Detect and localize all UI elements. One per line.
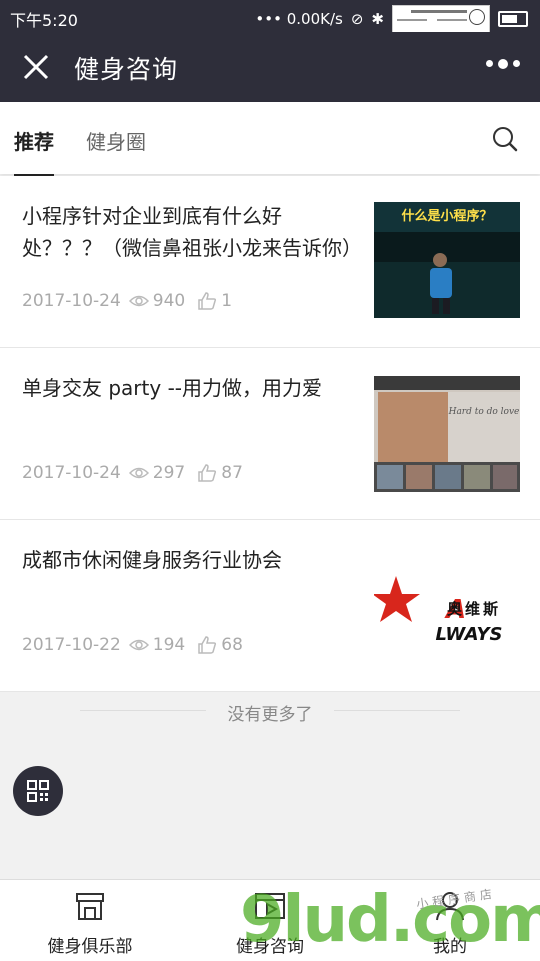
article-title: 小程序针对企业到底有什么好处？？？（微信鼻祖张小龙来告诉你） [22,204,352,260]
news-icon [255,893,285,919]
article-views: 297 [152,463,186,483]
article-date: 2017-10-24 [22,291,121,311]
article-item[interactable]: 小程序针对企业到底有什么好处？？？（微信鼻祖张小龙来告诉你） 2017-10-2… [0,176,540,348]
status-bar: 下午5:20 ••• 0.00K/s ⊘ ✱ [0,0,540,33]
search-icon[interactable] [492,126,518,152]
thumbnail-caption: Hard to do love [448,407,520,417]
article-item[interactable]: 单身交友 party --用力做，用力爱 2017-10-24 297 87 H… [0,348,540,520]
tab-bar: 推荐 健身圈 [0,102,540,177]
eye-icon [128,467,149,479]
no-more-footer: 没有更多了 [0,700,540,725]
thumbs-up-icon [198,636,217,654]
article-likes: 87 [221,463,243,483]
battery-icon [498,11,528,27]
article-likes: 68 [221,635,243,655]
qr-code-button[interactable] [13,766,63,816]
eye-icon [128,295,149,307]
article-list: 小程序针对企业到底有什么好处？？？（微信鼻祖张小龙来告诉你） 2017-10-2… [0,176,540,692]
status-icons: ••• 0.00K/s ⊘ ✱ [255,5,528,33]
bottom-tab-bar: 健身俱乐部 健身咨询 我的 [0,879,540,961]
article-item[interactable]: 成都市休闲健身服务行业协会 2017-10-22 194 68 A 奥维斯 LW… [0,520,540,692]
bottom-tab-club[interactable]: 健身俱乐部 [0,880,180,961]
qr-code-icon [27,780,49,802]
bottom-tab-label: 我的 [433,937,467,957]
article-likes: 1 [221,291,233,311]
article-thumbnail: Hard to do love [374,376,520,492]
tab-fitness-circle[interactable]: 健身圈 [86,126,146,155]
article-views: 194 [152,635,186,655]
logo-text-chinese: 奥维斯 [447,600,501,618]
close-icon[interactable] [20,51,52,83]
logo-text-english: LWAYS [436,624,503,645]
article-meta: 2017-10-24 940 1 [22,291,232,311]
bottom-tab-profile[interactable]: 我的 [360,880,540,961]
article-title: 单身交友 party --用力做，用力爱 [22,376,322,400]
article-date: 2017-10-22 [22,635,121,655]
page-title: 健身咨询 [74,55,179,84]
article-meta: 2017-10-24 297 87 [22,463,243,483]
bottom-tab-label: 健身咨询 [236,937,304,957]
article-date: 2017-10-24 [22,463,121,483]
thumbnail-caption: 什么是小程序？ [401,208,492,224]
article-thumbnail: 什么是小程序？ [374,202,520,318]
status-time: 下午5:20 [10,11,78,30]
article-title: 成都市休闲健身服务行业协会 [22,548,282,572]
eye-icon [128,639,149,651]
bottom-tab-news[interactable]: 健身咨询 [180,880,360,961]
more-options-icon[interactable] [486,58,520,69]
sync-icon: ⊘ [350,10,364,28]
bottom-tab-label: 健身俱乐部 [47,937,133,957]
store-icon [76,893,104,920]
tab-recommended[interactable]: 推荐 [14,126,54,177]
nav-bar: 健身咨询 [0,32,540,102]
floating-window-thumbnail[interactable] [392,5,490,33]
user-icon [436,892,464,921]
thumbs-up-icon [198,464,217,482]
article-views: 940 [152,291,186,311]
bluetooth-icon: ✱ [371,10,384,28]
thumbs-up-icon [198,292,217,310]
no-more-text: 没有更多了 [227,705,313,725]
article-meta: 2017-10-22 194 68 [22,635,243,655]
network-speed: ••• 0.00K/s [255,10,343,28]
article-thumbnail: A 奥维斯 LWAYS [372,542,520,658]
